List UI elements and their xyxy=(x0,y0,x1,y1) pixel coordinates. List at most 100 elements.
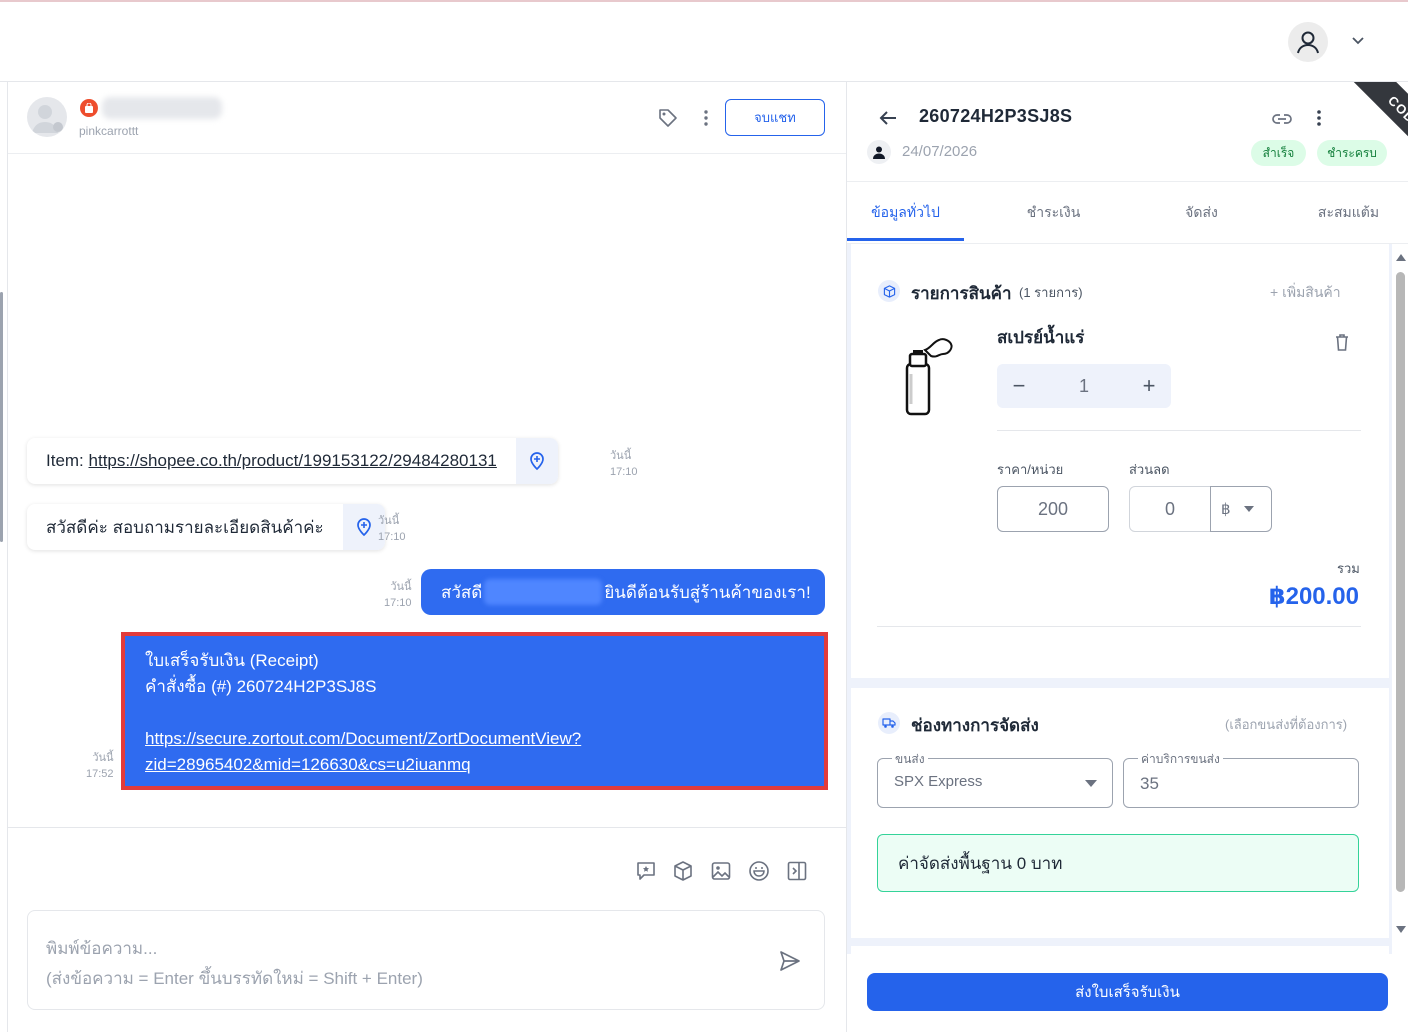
order-date: 24/07/2026 xyxy=(902,143,978,160)
tab-shipping[interactable]: จัดส่ง xyxy=(1143,182,1260,244)
contact-username: pinkcarrottt xyxy=(79,124,139,138)
increase-quantity-button[interactable]: + xyxy=(1127,364,1171,408)
message-outgoing: สวัสดี ยินดีต้อนรับสู่ร้านค้าของเรา! xyxy=(421,569,825,615)
receipt-title: ใบเสร็จรับเงิน (Receipt) xyxy=(145,651,319,670)
end-chat-button[interactable]: จบแชท xyxy=(725,99,825,136)
chevron-down-icon[interactable] xyxy=(1350,32,1366,48)
tab-points[interactable]: สะสมแต้ม xyxy=(1290,182,1407,244)
total-label: รวม xyxy=(1337,561,1360,576)
send-icon[interactable] xyxy=(778,949,802,973)
shipping-hint: (เลือกขนส่งที่ต้องการ) xyxy=(1225,717,1348,732)
unit-price-input[interactable]: 200 xyxy=(997,486,1109,532)
order-details-scroll: รายการสินค้า (1 รายการ) + เพิ่มสินค้า สเ… xyxy=(847,244,1392,954)
message-text: ยินดีต้อนรับสู่ร้านค้าของเรา! xyxy=(604,582,811,602)
scroll-down-arrow-icon[interactable] xyxy=(1396,926,1406,933)
more-vertical-icon[interactable] xyxy=(1311,108,1327,128)
trash-icon[interactable] xyxy=(1333,332,1351,352)
message-day: วันนี้ xyxy=(390,581,412,593)
products-count: (1 รายการ) xyxy=(1019,285,1083,300)
divider xyxy=(877,626,1361,627)
scroll-up-arrow-icon[interactable] xyxy=(1396,254,1406,261)
shipping-fee-value: 35 xyxy=(1140,774,1159,793)
person-icon xyxy=(867,140,891,164)
order-id: 260724H2P3SJ8S xyxy=(919,106,1073,126)
shipping-fee-input[interactable]: ค่าบริการขนส่ง 35 xyxy=(1123,750,1359,808)
next-card-edge xyxy=(851,946,1389,954)
carrier-select[interactable]: ขนส่ง SPX Express xyxy=(877,750,1113,808)
receipt-message-highlighted: ใบเสร็จรับเงิน (Receipt) คำสั่งซื้อ (#) … xyxy=(121,632,828,790)
product-image xyxy=(899,330,959,420)
scroll-thumb[interactable] xyxy=(1396,272,1405,892)
pin-location-icon[interactable] xyxy=(515,438,558,484)
quantity-value[interactable]: 1 xyxy=(1041,364,1127,408)
link-icon[interactable] xyxy=(1271,108,1293,130)
image-icon[interactable] xyxy=(710,860,732,882)
quantity-stepper: − 1 + xyxy=(997,364,1171,408)
chat-panel: pinkcarrottt จบแชท Item: https://shopee.… xyxy=(8,82,846,1032)
receipt-order-number: คำสั่งซื้อ (#) 260724H2P3SJ8S xyxy=(145,677,377,696)
order-header: 260724H2P3SJ8S COD 24/07/2026 สำเร็จ ชำร… xyxy=(847,82,1408,182)
tab-general-info[interactable]: ข้อมูลทั่วไป xyxy=(847,182,964,244)
message-incoming: Item: https://shopee.co.th/product/19915… xyxy=(27,438,558,484)
arrow-left-icon[interactable] xyxy=(877,107,899,129)
discount-input[interactable]: 0 xyxy=(1129,486,1211,532)
message-time: 17:10 xyxy=(610,466,638,478)
message-text: Item: xyxy=(46,451,89,470)
user-icon[interactable] xyxy=(1288,22,1328,62)
products-title: รายการสินค้า xyxy=(911,284,1012,303)
product-link[interactable]: https://shopee.co.th/product/199153122/2… xyxy=(89,451,497,470)
message-input-placeholder: พิมพ์ข้อความ... xyxy=(46,939,158,958)
quick-reply-icon[interactable] xyxy=(635,860,657,882)
product-name: สเปรย์น้ำแร่ xyxy=(997,328,1085,347)
message-day: วันนี้ xyxy=(378,515,400,527)
carrier-value: SPX Express xyxy=(894,773,983,790)
more-vertical-icon[interactable] xyxy=(698,108,714,128)
customer-name-redacted xyxy=(484,579,603,605)
message-timestamp: วันนี้ 17:52 xyxy=(86,750,114,782)
divider xyxy=(997,430,1361,431)
message-time: 17:52 xyxy=(86,768,114,780)
product-box-icon[interactable] xyxy=(672,860,694,882)
status-badge-paid: ชำระครบ xyxy=(1317,140,1387,166)
side-panel-icon[interactable] xyxy=(786,860,808,882)
receipt-link-params[interactable]: zid=28965402&mid=126630&cs=u2iuanmq xyxy=(145,755,471,774)
message-time: 17:10 xyxy=(378,531,406,543)
message-day: วันนี้ xyxy=(610,450,632,462)
order-panel: 260724H2P3SJ8S COD 24/07/2026 สำเร็จ ชำร… xyxy=(846,82,1408,1032)
shopee-bag-icon xyxy=(80,99,98,117)
message-text: สวัสดีค่ะ สอบถามรายละเอียดสินค้าค่ะ xyxy=(46,517,324,537)
tab-payment[interactable]: ชำระเงิน xyxy=(995,182,1112,244)
left-scrollbar[interactable] xyxy=(0,292,3,542)
status-badge-success: สำเร็จ xyxy=(1251,140,1306,166)
box-icon xyxy=(878,280,900,302)
message-input-hint: (ส่งข้อความ = Enter ขึ้นบรรทัดใหม่ = Shi… xyxy=(46,969,423,988)
discount-unit-value: ฿ xyxy=(1221,501,1231,518)
chat-header: pinkcarrottt จบแชท xyxy=(8,82,846,154)
message-time: 17:10 xyxy=(384,597,412,609)
shipping-card: ช่องทางการจัดส่ง (เลือกขนส่งที่ต้องการ) … xyxy=(851,688,1389,938)
caret-down-icon xyxy=(1085,780,1097,787)
send-receipt-button[interactable]: ส่งใบเสร็จรับเงิน xyxy=(867,973,1388,1011)
unit-price-label: ราคา/หน่วย xyxy=(997,462,1064,477)
add-product-button[interactable]: + เพิ่มสินค้า xyxy=(1270,282,1341,304)
tag-icon[interactable] xyxy=(658,108,678,128)
caret-down-icon xyxy=(1243,506,1254,512)
truck-icon xyxy=(878,712,900,734)
message-incoming: สวัสดีค่ะ สอบถามรายละเอียดสินค้าค่ะ xyxy=(27,504,385,550)
carrier-label: ขนส่ง xyxy=(892,750,928,769)
receipt-link[interactable]: https://secure.zortout.com/Document/Zort… xyxy=(145,729,581,748)
message-timestamp: วันนี้ 17:10 xyxy=(610,448,638,480)
contact-name-redacted xyxy=(102,97,222,119)
discount-unit-select[interactable]: ฿ xyxy=(1210,486,1272,532)
emoji-icon[interactable] xyxy=(748,860,770,882)
message-timestamp: วันนี้ 17:10 xyxy=(384,579,412,611)
message-timestamp: วันนี้ 17:10 xyxy=(378,513,406,545)
top-bar xyxy=(0,2,1408,82)
message-input[interactable]: พิมพ์ข้อความ... (ส่งข้อความ = Enter ขึ้น… xyxy=(27,910,825,1010)
products-card: รายการสินค้า (1 รายการ) + เพิ่มสินค้า สเ… xyxy=(851,244,1389,678)
total-value: ฿200.00 xyxy=(1268,583,1359,610)
decrease-quantity-button[interactable]: − xyxy=(997,364,1041,408)
shipping-title: ช่องทางการจัดส่ง xyxy=(911,716,1039,735)
contact-avatar xyxy=(27,97,67,137)
order-scrollbar[interactable] xyxy=(1392,254,1408,944)
